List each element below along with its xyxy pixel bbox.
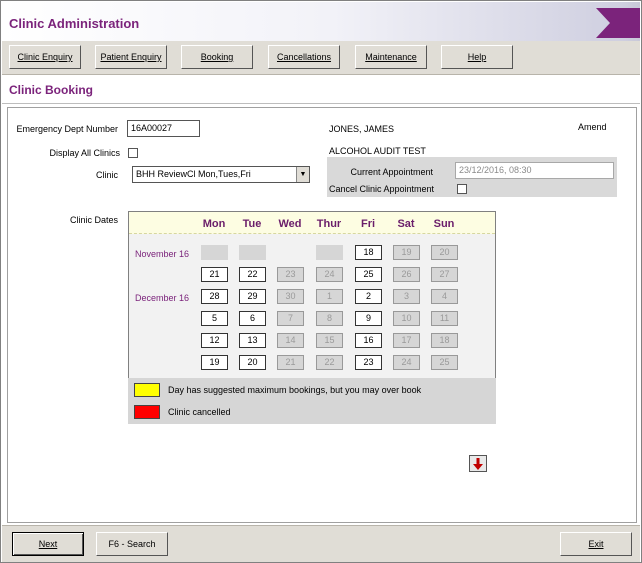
- calendar-day-cell: 19: [393, 245, 420, 260]
- patient-enquiry-button[interactable]: Patient Enquiry: [95, 45, 167, 69]
- current-appt-label: Current Appointment: [350, 167, 433, 177]
- clinic-select-value: BHH ReviewCl Mon,Tues,Fri: [136, 169, 251, 179]
- calendar-day-cell: 14: [277, 333, 304, 348]
- day-header-mon: Mon: [202, 218, 226, 230]
- calendar-day-cell: 10: [393, 311, 420, 326]
- legend-swatch-overbook: [134, 383, 160, 397]
- calendar-day-cell: 22: [316, 355, 343, 370]
- calendar-day-cell: 20: [431, 245, 458, 260]
- exit-button[interactable]: Exit: [560, 532, 632, 556]
- calendar-day-cell: 4: [431, 289, 458, 304]
- calendar-day-cell: 3: [393, 289, 420, 304]
- calendar-day-cell: 18: [431, 333, 458, 348]
- calendar-day-cell[interactable]: 22: [239, 267, 266, 282]
- calendar-day-cell: 25: [431, 355, 458, 370]
- calendar-day-cell: 21: [277, 355, 304, 370]
- chevron-down-icon[interactable]: ▼: [296, 167, 309, 182]
- calendar-day-cell: 1: [316, 289, 343, 304]
- calendar-day-cell: 8: [316, 311, 343, 326]
- page-title: Clinic Booking: [9, 83, 93, 97]
- month-label-november: November 16: [135, 249, 190, 259]
- clinic-dates-label: Clinic Dates: [69, 215, 118, 225]
- calendar-day-cell: 17: [393, 333, 420, 348]
- calendar-empty-cell: [316, 245, 343, 260]
- calendar-day-cell: 7: [277, 311, 304, 326]
- calendar-day-cell[interactable]: 29: [239, 289, 266, 304]
- legend-panel: Day has suggested maximum bookings, but …: [128, 378, 496, 424]
- calendar-day-cell: 30: [277, 289, 304, 304]
- day-header-tue: Tue: [242, 218, 262, 230]
- clinic-select[interactable]: BHH ReviewCl Mon,Tues,Fri ▼: [132, 166, 310, 183]
- scroll-down-button[interactable]: [469, 455, 487, 472]
- calendar-empty-cell: [201, 245, 228, 260]
- calendar-day-cell[interactable]: 5: [201, 311, 228, 326]
- display-all-checkbox[interactable]: [128, 148, 138, 158]
- ed-number-label: Emergency Dept Number: [16, 124, 118, 134]
- calendar-day-cell[interactable]: 20: [239, 355, 266, 370]
- app-title: Clinic Administration: [9, 16, 140, 31]
- calendar-day-cell: 26: [393, 267, 420, 282]
- current-appt-field: 23/12/2016, 08:30: [455, 162, 614, 179]
- clinic-enquiry-button[interactable]: Clinic Enquiry: [9, 45, 81, 69]
- legend-label-overbook: Day has suggested maximum bookings, but …: [168, 385, 422, 395]
- day-header-sun: Sun: [433, 218, 455, 230]
- search-button-label: F6 - Search: [108, 539, 156, 549]
- calendar-day-cell[interactable]: 23: [355, 355, 382, 370]
- booking-panel: Emergency Dept Number 16A00027 Display A…: [7, 107, 637, 523]
- calendar-header: Mon Tue Wed Thur Fri Sat Sun: [129, 212, 495, 234]
- app-window: Clinic Administration Clinic Enquiry Pat…: [0, 0, 642, 563]
- calendar-day-cell[interactable]: 12: [201, 333, 228, 348]
- help-button[interactable]: Help: [441, 45, 513, 69]
- brand-logo: [596, 8, 640, 38]
- month-label-december: December 16: [135, 293, 190, 303]
- day-header-sat: Sat: [397, 218, 415, 230]
- patient-name: JONES, JAMES: [329, 124, 395, 134]
- clinic-label: Clinic: [95, 170, 118, 180]
- day-header-wed: Wed: [278, 218, 302, 230]
- calendar-day-cell[interactable]: 13: [239, 333, 266, 348]
- calendar-day-cell[interactable]: 18: [355, 245, 382, 260]
- next-button[interactable]: Next: [12, 532, 84, 556]
- title-bar: Clinic Administration: [2, 2, 640, 41]
- footer-bar: Next F6 - Search Exit: [2, 525, 640, 562]
- calendar-day-cell[interactable]: 25: [355, 267, 382, 282]
- cancellations-button[interactable]: Cancellations: [268, 45, 340, 69]
- ed-number-field[interactable]: 16A00027: [127, 120, 200, 137]
- calendar-day-cell: 15: [316, 333, 343, 348]
- day-header-fri: Fri: [360, 218, 376, 230]
- legend-label-cancelled: Clinic cancelled: [168, 407, 231, 417]
- appointment-panel: Current Appointment 23/12/2016, 08:30 Ca…: [327, 157, 617, 197]
- calendar-day-cell: 11: [431, 311, 458, 326]
- calendar-day-cell[interactable]: 21: [201, 267, 228, 282]
- arrow-down-icon: [473, 458, 483, 470]
- cancel-appt-label: Cancel Clinic Appointment: [329, 184, 435, 194]
- exit-button-label: Exit: [588, 539, 604, 549]
- booking-button[interactable]: Booking: [181, 45, 253, 69]
- nav-bar: Clinic Enquiry Patient Enquiry Booking C…: [2, 41, 640, 75]
- test-name: ALCOHOL AUDIT TEST: [329, 146, 426, 156]
- legend-swatch-cancelled: [134, 405, 160, 419]
- calendar-day-cell[interactable]: 9: [355, 311, 382, 326]
- calendar-day-cell: 23: [277, 267, 304, 282]
- calendar-empty-cell: [239, 245, 266, 260]
- search-button[interactable]: F6 - Search: [96, 532, 168, 556]
- calendar-day-cell[interactable]: 2: [355, 289, 382, 304]
- title-divider: [2, 103, 640, 104]
- day-header-thur: Thur: [316, 218, 342, 230]
- calendar-day-cell: 27: [431, 267, 458, 282]
- calendar-day-cell: 24: [316, 267, 343, 282]
- calendar-day-cell[interactable]: 19: [201, 355, 228, 370]
- maintenance-button[interactable]: Maintenance: [355, 45, 427, 69]
- calendar-day-cell[interactable]: 16: [355, 333, 382, 348]
- next-button-label: Next: [38, 539, 58, 549]
- calendar-day-cell: 24: [393, 355, 420, 370]
- cancel-appt-checkbox[interactable]: [457, 184, 467, 194]
- calendar-day-cell[interactable]: 28: [201, 289, 228, 304]
- calendar-day-cell[interactable]: 6: [239, 311, 266, 326]
- display-all-label: Display All Clinics: [49, 148, 120, 158]
- mode-label: Amend: [578, 122, 607, 132]
